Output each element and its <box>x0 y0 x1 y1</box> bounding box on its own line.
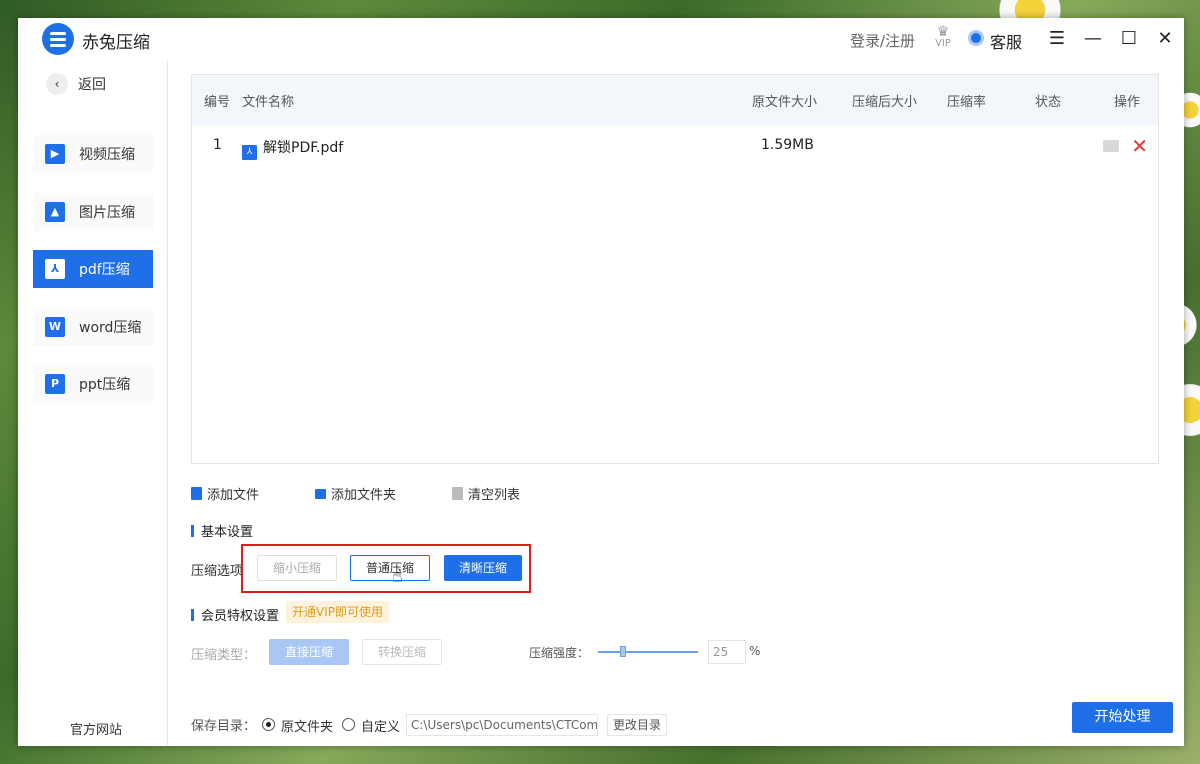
sidebar: ‹ 返回 ▶ 视频压缩 ▲ 图片压缩 ⅄ pdf压缩 W word压缩 P pp… <box>18 60 168 746</box>
app-title: 赤兔压缩 <box>82 33 150 53</box>
row-original-size: 1.59MB <box>761 137 814 153</box>
col-status: 状态 <box>1035 94 1062 110</box>
app-logo-icon <box>42 23 74 55</box>
custom-folder-label: 自定义 <box>361 720 401 735</box>
title-bar: 赤兔压缩 登录/注册 ♛ VIP 客服 ☰ — ☐ ✕ <box>18 18 1184 60</box>
custom-folder-radio[interactable] <box>342 718 355 731</box>
original-folder-radio[interactable] <box>262 718 275 731</box>
clear-compress-button[interactable]: 清晰压缩 <box>444 555 522 581</box>
sidebar-item-video[interactable]: ▶ 视频压缩 <box>33 135 153 173</box>
save-dir-label: 保存目录： <box>191 719 257 734</box>
file-icon <box>191 487 202 500</box>
vip-tag[interactable]: 开通VIP即可使用 <box>286 601 389 623</box>
file-actions: 添加文件 添加文件夹 清空列表 <box>191 484 576 503</box>
broom-icon <box>452 487 464 500</box>
close-button[interactable]: ✕ <box>1152 26 1178 52</box>
col-number: 编号 <box>204 94 231 110</box>
app-window: 赤兔压缩 登录/注册 ♛ VIP 客服 ☰ — ☐ ✕ ‹ 返回 ▶ 视频压缩 ▲… <box>18 18 1184 746</box>
table-row[interactable]: 1 ⅄ 解锁PDF.pdf 1.59MB ✕ <box>192 125 1158 169</box>
direct-compress-button[interactable]: 直接压缩 <box>269 639 349 665</box>
col-original-size: 原文件大小 <box>752 94 818 110</box>
delete-icon[interactable]: ✕ <box>1131 136 1148 156</box>
pdf-file-icon: ⅄ <box>242 145 257 160</box>
vip-icon[interactable]: ♛ VIP <box>930 25 956 51</box>
row-number: 1 <box>213 137 222 153</box>
percent-unit: % <box>749 644 761 658</box>
sidebar-item-label: ppt压缩 <box>79 377 131 393</box>
table-header: 编号 文件名称 原文件大小 压缩后大小 压缩率 状态 操作 <box>192 75 1158 125</box>
sidebar-item-pdf[interactable]: ⅄ pdf压缩 <box>33 250 153 288</box>
minimize-button[interactable]: — <box>1080 26 1106 52</box>
row-filename-text: 解锁PDF.pdf <box>263 140 344 156</box>
sidebar-item-ppt[interactable]: P ppt压缩 <box>33 365 153 403</box>
ppt-icon: P <box>45 374 65 394</box>
maximize-button[interactable]: ☐ <box>1116 26 1142 52</box>
original-folder-label: 原文件夹 <box>281 720 334 735</box>
add-file-label: 添加文件 <box>207 488 260 503</box>
add-folder-label: 添加文件夹 <box>331 488 397 503</box>
save-path-input[interactable]: C:\Users\pc\Documents\CTCom <box>406 714 598 736</box>
official-website-link[interactable]: 官方网站 <box>70 719 122 738</box>
col-compressed-size: 压缩后大小 <box>852 94 918 110</box>
row-operations: ✕ <box>1103 136 1148 156</box>
start-processing-button[interactable]: 开始处理 <box>1072 702 1173 733</box>
word-icon: W <box>45 317 65 337</box>
strength-input[interactable]: 25 <box>708 640 746 664</box>
sidebar-item-label: word压缩 <box>79 320 142 336</box>
file-table: 编号 文件名称 原文件大小 压缩后大小 压缩率 状态 操作 1 ⅄ 解锁PDF.p… <box>191 74 1159 464</box>
sidebar-item-word[interactable]: W word压缩 <box>33 308 153 346</box>
sidebar-item-image[interactable]: ▲ 图片压缩 <box>33 193 153 231</box>
open-folder-icon[interactable] <box>1103 140 1120 152</box>
col-operation: 操作 <box>1114 94 1141 110</box>
back-label: 返回 <box>78 77 106 93</box>
normal-compress-button[interactable]: 普通压缩 <box>350 555 430 581</box>
change-dir-button[interactable]: 更改目录 <box>607 714 667 736</box>
compress-type-label: 压缩类型： <box>191 648 257 663</box>
clear-list-button[interactable]: 清空列表 <box>452 484 520 503</box>
video-icon: ▶ <box>45 144 65 164</box>
add-folder-button[interactable]: 添加文件夹 <box>315 484 396 503</box>
login-register-link[interactable]: 登录/注册 <box>850 30 915 51</box>
pdf-icon: ⅄ <box>45 259 65 279</box>
customer-service-icon[interactable] <box>968 30 984 46</box>
clear-list-label: 清空列表 <box>468 488 521 503</box>
image-icon: ▲ <box>45 202 65 222</box>
vip-label: VIP <box>935 38 951 49</box>
compress-option-label: 压缩选项 <box>191 564 244 579</box>
basic-settings-title: 基本设置 <box>201 525 254 540</box>
back-arrow-icon: ‹ <box>46 73 68 95</box>
sidebar-item-label: pdf压缩 <box>79 262 130 278</box>
customer-service-link[interactable]: 客服 <box>990 29 1022 53</box>
basic-settings-heading: 基本设置 <box>191 521 253 540</box>
menu-icon[interactable]: ☰ <box>1044 26 1070 52</box>
vip-settings-title: 会员特权设置 <box>201 609 280 624</box>
convert-compress-button[interactable]: 转换压缩 <box>362 639 442 665</box>
add-file-button[interactable]: 添加文件 <box>191 484 259 503</box>
folder-icon <box>315 488 327 499</box>
back-button[interactable]: ‹ 返回 <box>46 73 106 95</box>
strength-slider-track[interactable] <box>598 651 698 653</box>
col-filename: 文件名称 <box>242 94 295 110</box>
sidebar-item-label: 图片压缩 <box>79 205 135 221</box>
strength-slider-handle[interactable] <box>620 646 626 657</box>
row-filename: ⅄ 解锁PDF.pdf <box>242 137 343 160</box>
shrink-compress-button[interactable]: 缩小压缩 <box>257 555 337 581</box>
strength-label: 压缩强度： <box>529 646 590 660</box>
mouse-cursor-icon: ☝ <box>392 566 403 587</box>
sidebar-item-label: 视频压缩 <box>79 147 135 163</box>
vip-settings-heading: 会员特权设置 <box>191 605 279 624</box>
col-ratio: 压缩率 <box>947 94 987 110</box>
